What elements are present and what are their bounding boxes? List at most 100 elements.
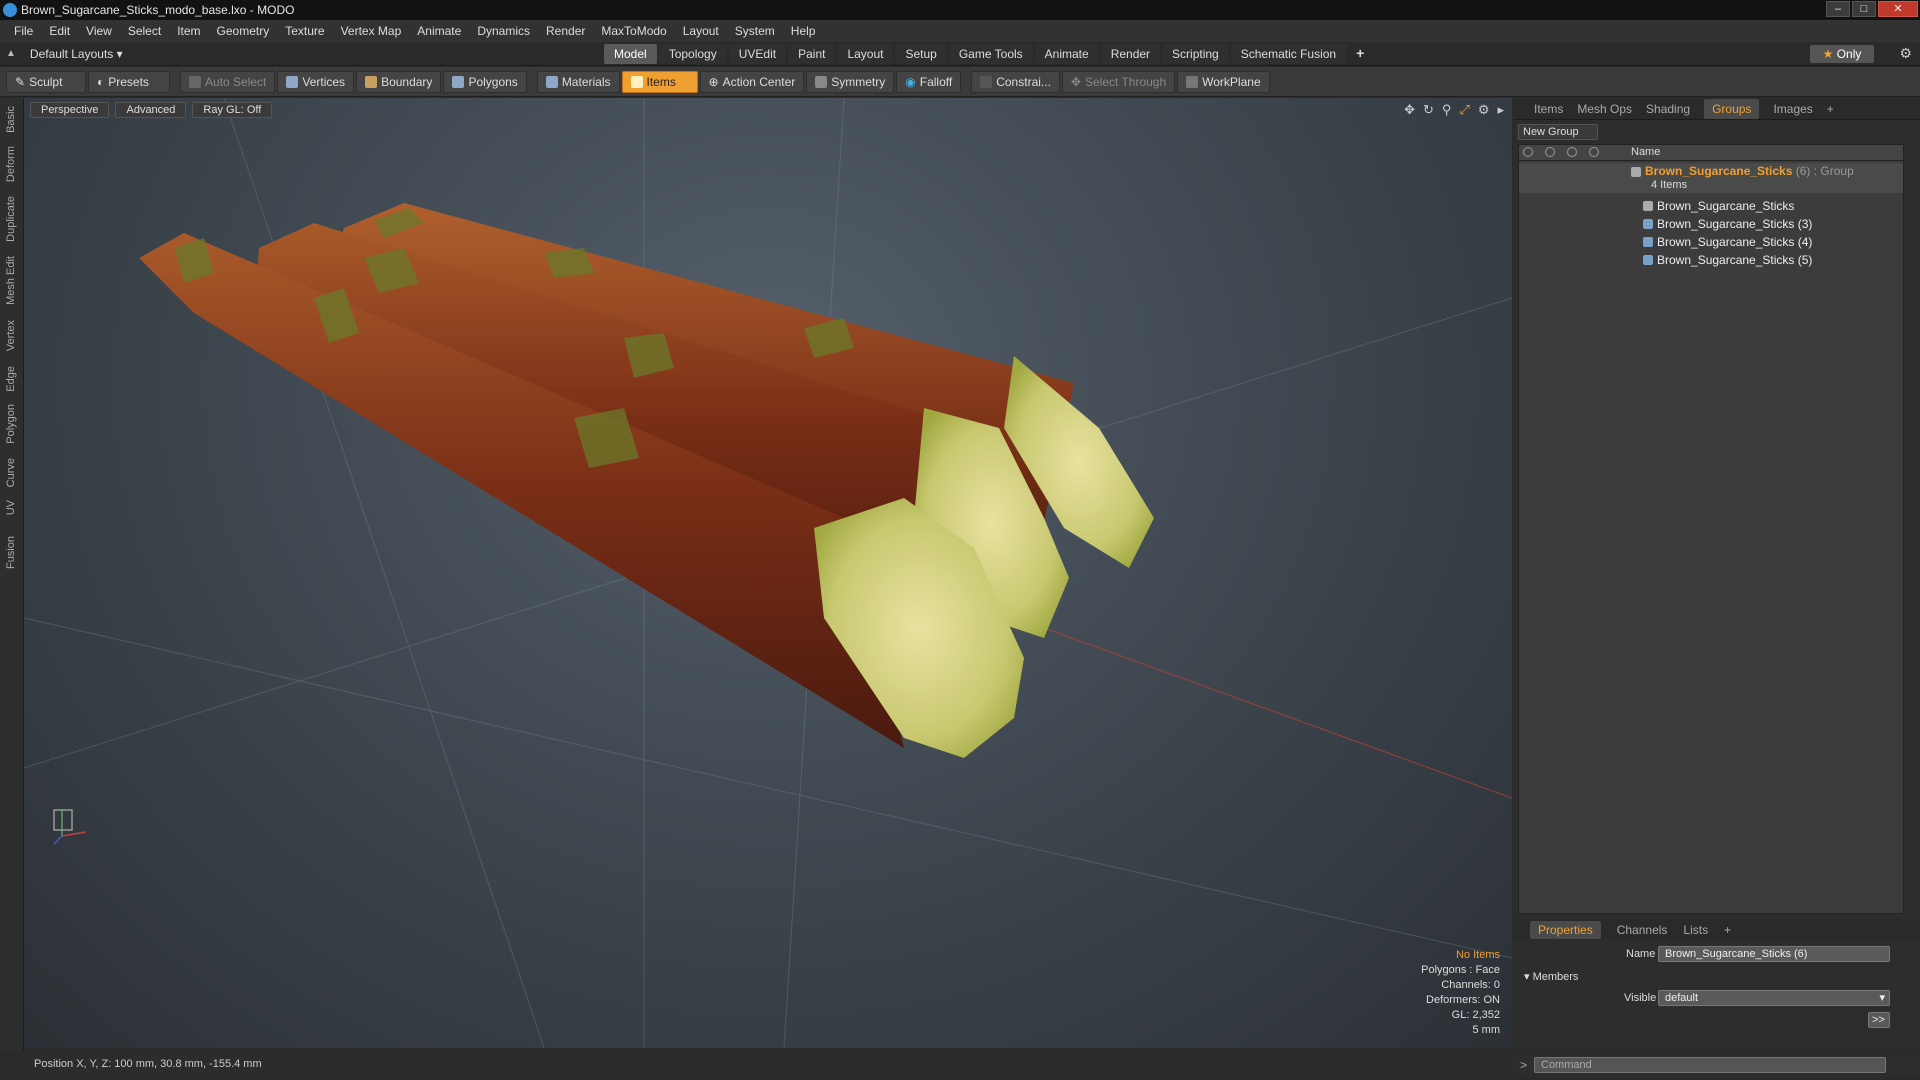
select-through-label: Select Through	[1084, 74, 1167, 89]
tab-groups[interactable]: Groups	[1704, 98, 1760, 119]
collapse-up-icon[interactable]: ▲	[6, 48, 16, 59]
menu-dynamics[interactable]: Dynamics	[469, 24, 538, 38]
menu-maxtomodo[interactable]: MaxToModo	[593, 24, 674, 38]
list-item[interactable]: Brown_Sugarcane_Sticks (5)	[1519, 251, 1903, 269]
new-group-button[interactable]: New Group	[1518, 124, 1598, 140]
perspective-button[interactable]: Perspective	[30, 102, 110, 118]
tab-layout[interactable]: Layout	[837, 44, 894, 64]
materials-button[interactable]: Materials	[536, 70, 620, 93]
close-button[interactable]: ✕	[1878, 1, 1918, 17]
list-item[interactable]: Brown_Sugarcane_Sticks	[1519, 197, 1903, 215]
tab-game-tools[interactable]: Game Tools	[948, 44, 1033, 64]
viewport-gear-icon[interactable]: ⚙	[1478, 102, 1490, 118]
group-meta: (6) : Group	[1795, 164, 1854, 178]
lock-col-icon[interactable]	[1567, 147, 1577, 157]
visibility-col-icon[interactable]	[1523, 147, 1533, 157]
tab-properties[interactable]: Properties	[1530, 921, 1601, 939]
perspective-label: Perspective	[41, 104, 99, 116]
viewport-more-icon[interactable]: ▸	[1497, 102, 1504, 118]
visible-dropdown[interactable]: default ▾	[1658, 990, 1890, 1006]
rotate-view-icon[interactable]: ↻	[1423, 102, 1434, 118]
menu-texture[interactable]: Texture	[277, 24, 332, 38]
vtab-basic[interactable]: Basic	[5, 106, 17, 133]
menu-select[interactable]: Select	[120, 24, 169, 38]
layout-select[interactable]: ▲ Default Layouts ▾	[6, 47, 606, 61]
tab-shading[interactable]: Shading	[1646, 102, 1690, 116]
falloff-button[interactable]: ◉ Falloff	[896, 70, 962, 93]
items-button[interactable]: Items	[621, 70, 698, 93]
select-through-button[interactable]: ✥ Select Through	[1061, 70, 1176, 93]
menu-render[interactable]: Render	[538, 24, 593, 38]
vtab-deform[interactable]: Deform	[5, 146, 17, 182]
only-button[interactable]: ★ Only	[1810, 45, 1874, 63]
group-row[interactable]: Brown_Sugarcane_Sticks (6) : Group 4 Ite…	[1519, 163, 1903, 193]
vtab-fusion[interactable]: Fusion	[5, 536, 17, 569]
tab-channels[interactable]: Channels	[1617, 923, 1668, 937]
falloff-label: Falloff	[919, 74, 953, 89]
fit-view-icon[interactable]: ⤢	[1459, 102, 1469, 118]
symmetry-button[interactable]: Symmetry	[806, 70, 895, 93]
menu-animate[interactable]: Animate	[409, 24, 469, 38]
presets-button[interactable]: ◐ Presets	[88, 70, 170, 93]
name-field[interactable]: Brown_Sugarcane_Sticks (6)	[1658, 946, 1890, 962]
list-item[interactable]: Brown_Sugarcane_Sticks (3)	[1519, 215, 1903, 233]
workplane-button[interactable]: WorkPlane	[1177, 70, 1270, 93]
menu-layout[interactable]: Layout	[675, 24, 727, 38]
auto-select-button[interactable]: Auto Select	[180, 70, 276, 93]
vtab-duplicate[interactable]: Duplicate	[5, 196, 17, 242]
tab-render[interactable]: Render	[1100, 44, 1161, 64]
gear-icon[interactable]: ⚙	[1899, 45, 1912, 62]
tab-animate[interactable]: Animate	[1034, 44, 1099, 64]
raygl-button[interactable]: Ray GL: Off	[192, 102, 273, 118]
tab-topology[interactable]: Topology	[658, 44, 727, 64]
command-input[interactable]: Command	[1534, 1057, 1886, 1073]
move-view-icon[interactable]: ✥	[1404, 102, 1415, 118]
menu-item[interactable]: Item	[169, 24, 208, 38]
vtab-polygon[interactable]: Polygon	[5, 404, 17, 444]
menu-vertex-map[interactable]: Vertex Map	[333, 24, 410, 38]
add-props-tab-icon[interactable]: +	[1724, 923, 1731, 937]
tab-images[interactable]: Images	[1773, 102, 1812, 116]
vtab-edge[interactable]: Edge	[5, 366, 17, 392]
menu-view[interactable]: View	[78, 24, 120, 38]
list-item[interactable]: Brown_Sugarcane_Sticks (4)	[1519, 233, 1903, 251]
vtab-uv[interactable]: UV	[5, 500, 17, 515]
tab-setup[interactable]: Setup	[895, 44, 947, 64]
tab-uvedit[interactable]: UVEdit	[728, 44, 787, 64]
3d-viewport[interactable]: Perspective Advanced Ray GL: Off ✥ ↻ ⚲ ⤢…	[24, 98, 1512, 1048]
select-col-icon[interactable]	[1589, 147, 1599, 157]
menu-edit[interactable]: Edit	[41, 24, 78, 38]
menu-file[interactable]: File	[6, 24, 41, 38]
more-button[interactable]: >>	[1868, 1012, 1890, 1028]
presets-icon: ◐	[97, 74, 105, 89]
vtab-mesh-edit[interactable]: Mesh Edit	[5, 256, 17, 305]
members-section[interactable]: ▾ Members	[1524, 970, 1578, 983]
zoom-icon[interactable]: ⚲	[1442, 102, 1452, 118]
add-panel-tab-icon[interactable]: +	[1827, 102, 1834, 116]
add-tab-icon[interactable]: +	[1348, 44, 1372, 64]
symmetry-icon	[815, 75, 828, 88]
vertices-button[interactable]: Vertices	[277, 70, 355, 93]
menu-system[interactable]: System	[727, 24, 783, 38]
tab-schematic-fusion[interactable]: Schematic Fusion	[1230, 44, 1347, 64]
constrain-button[interactable]: Constrai...	[971, 70, 1060, 93]
minimize-button[interactable]: –	[1826, 1, 1850, 17]
tab-items[interactable]: Items	[1534, 102, 1563, 116]
tab-scripting[interactable]: Scripting	[1162, 44, 1229, 64]
menu-geometry[interactable]: Geometry	[209, 24, 278, 38]
vtab-vertex[interactable]: Vertex	[5, 320, 17, 351]
tab-lists[interactable]: Lists	[1683, 923, 1708, 937]
vtab-curve[interactable]: Curve	[5, 458, 17, 487]
render-col-icon[interactable]	[1545, 147, 1555, 157]
title-bar: Brown_Sugarcane_Sticks_modo_base.lxo - M…	[0, 0, 1920, 20]
maximize-button[interactable]: □	[1852, 1, 1876, 17]
advanced-button[interactable]: Advanced	[115, 102, 187, 118]
menu-help[interactable]: Help	[783, 24, 824, 38]
tab-paint[interactable]: Paint	[788, 44, 836, 64]
sculpt-button[interactable]: ✎ Sculpt	[6, 70, 86, 93]
boundary-button[interactable]: Boundary	[356, 70, 442, 93]
action-center-button[interactable]: ⊕ Action Center	[699, 70, 805, 93]
tab-mesh-ops[interactable]: Mesh Ops	[1577, 102, 1632, 116]
tab-model[interactable]: Model	[604, 44, 657, 64]
polygons-button[interactable]: Polygons	[443, 70, 527, 93]
